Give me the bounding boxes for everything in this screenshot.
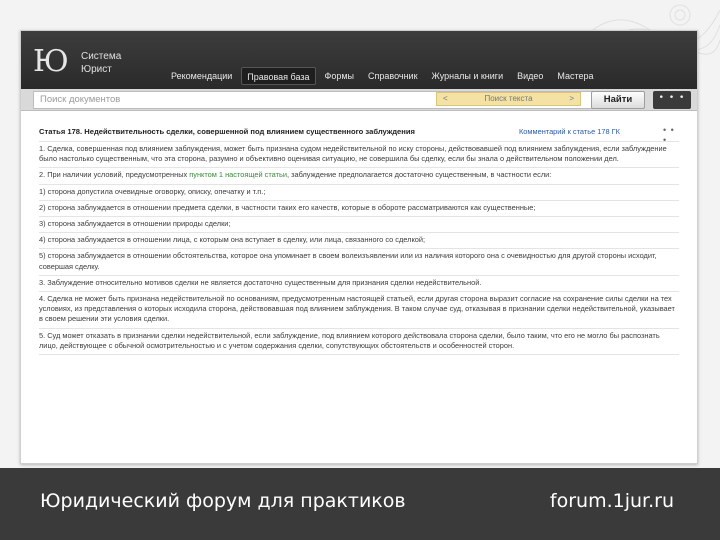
logo-line-2: Юрист bbox=[81, 64, 112, 75]
document-menu-button[interactable]: • • • bbox=[663, 125, 679, 145]
paragraph-2-text-start: 2. При наличии условий, предусмотренных bbox=[39, 170, 190, 180]
document-title: Статья 178. Недействительность сделки, с… bbox=[39, 127, 415, 136]
paragraph-6: 4) сторона заблуждается в отношении лица… bbox=[39, 233, 679, 250]
footer-tagline: Юридический форум для практиков bbox=[40, 490, 406, 512]
footer-band: Юридический форум для практиков forum.1j… bbox=[0, 468, 720, 540]
logo-text: Система Юрист bbox=[81, 50, 121, 76]
logo-mark: Ю bbox=[33, 44, 69, 79]
paragraph-2-link[interactable]: пунктом 1 настоящей статьи bbox=[189, 170, 287, 179]
paragraph-4: 2) сторона заблуждается в отношении пред… bbox=[39, 201, 679, 218]
find-button[interactable]: Найти bbox=[591, 91, 645, 109]
top-navigation-bar: Ю Система Юрист Рекомендации Правовая ба… bbox=[21, 31, 697, 89]
find-in-text-label: Поиск текста bbox=[484, 94, 533, 103]
find-prev-button[interactable]: < bbox=[443, 93, 448, 105]
app-screenshot: Ю Система Юрист Рекомендации Правовая ба… bbox=[20, 30, 698, 464]
search-bar: Поиск документов Поиск текста < > Найти … bbox=[21, 89, 697, 111]
find-next-button[interactable]: > bbox=[569, 93, 574, 105]
document-content: Статья 178. Недействительность сделки, с… bbox=[39, 125, 679, 461]
paragraph-10: 5. Суд может отказать в признании сделки… bbox=[39, 329, 679, 356]
commentary-link[interactable]: Комментарий к статье 178 ГК bbox=[519, 127, 620, 137]
paragraph-9: 4. Сделка не может быть признана недейст… bbox=[39, 292, 679, 329]
paragraph-5: 3) сторона заблуждается в отношении прир… bbox=[39, 217, 679, 234]
paragraph-3: 1) сторона допустила очевидные оговорку,… bbox=[39, 185, 679, 201]
paragraph-7: 5) сторона заблуждается в отношении обст… bbox=[39, 249, 679, 276]
nav-item-journals[interactable]: Журналы и книги bbox=[427, 67, 509, 85]
paragraph-2: 2. При наличии условий, предусмотренных … bbox=[39, 168, 679, 185]
app-logo[interactable]: Ю Система Юрист bbox=[33, 45, 143, 81]
nav-item-video[interactable]: Видео bbox=[512, 67, 548, 85]
logo-line-1: Система bbox=[81, 51, 122, 62]
nav-item-legal-base[interactable]: Правовая база bbox=[241, 67, 316, 85]
nav-item-reference[interactable]: Справочник bbox=[363, 67, 423, 85]
find-in-text-box[interactable]: Поиск текста < > bbox=[436, 92, 581, 106]
more-options-button[interactable]: • • • bbox=[653, 91, 691, 109]
nav-item-wizards[interactable]: Мастера bbox=[552, 67, 598, 85]
paragraph-2-text-end: , заблуждение предполагается достаточно … bbox=[286, 170, 552, 180]
paragraph-1: 1. Сделка, совершенная под влиянием забл… bbox=[39, 141, 679, 169]
document-header: Статья 178. Недействительность сделки, с… bbox=[39, 125, 679, 145]
nav-item-recommendations[interactable]: Рекомендации bbox=[166, 67, 237, 85]
footer-url[interactable]: forum.1jur.ru bbox=[550, 490, 674, 512]
main-nav: Рекомендации Правовая база Формы Справоч… bbox=[166, 67, 603, 85]
paragraph-8: 3. Заблуждение относительно мотивов сдел… bbox=[39, 276, 679, 293]
nav-item-forms[interactable]: Формы bbox=[320, 67, 360, 85]
